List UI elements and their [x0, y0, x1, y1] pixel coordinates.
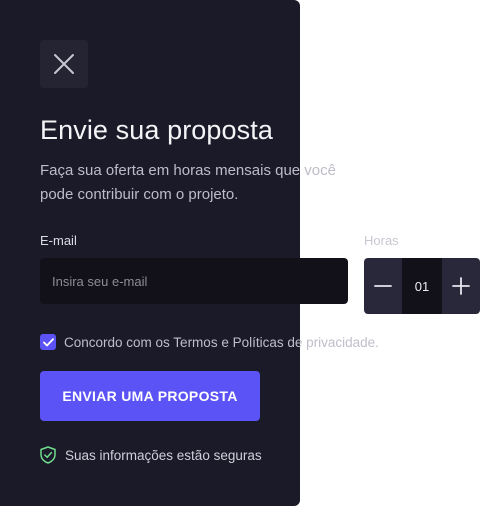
hours-label: Horas — [364, 233, 399, 248]
subtitle-line-1: Faça sua oferta em horas mensais que voc… — [40, 162, 336, 179]
terms-label: Concordo com os Termos e Políticas de pr… — [64, 334, 379, 350]
plus-icon — [452, 277, 470, 295]
submit-proposal-button[interactable]: ENVIAR UMA PROPOSTA — [40, 371, 260, 421]
hours-value[interactable]: 01 — [402, 258, 442, 314]
increment-button[interactable] — [442, 258, 480, 314]
close-button[interactable] — [40, 40, 88, 88]
proposal-modal: Envie sua proposta — [0, 0, 300, 506]
terms-agreement: Concordo com os Termos e Políticas de pr… — [40, 334, 379, 350]
decrement-button[interactable] — [364, 258, 402, 314]
check-icon — [42, 337, 54, 346]
terms-checkbox[interactable] — [40, 334, 56, 350]
email-field[interactable] — [40, 258, 348, 304]
shield-check-icon — [40, 446, 56, 464]
modal-title: Envie sua proposta — [40, 115, 273, 145]
hours-stepper: 01 — [364, 258, 480, 314]
subtitle-line-2: pode contribuir com o projeto. — [40, 186, 239, 203]
secure-note: Suas informações estão seguras — [40, 446, 262, 464]
secure-label: Suas informações estão seguras — [65, 447, 262, 463]
minus-icon — [374, 285, 392, 287]
modal-subtitle: Faça sua oferta em horas mensais que voc… — [40, 159, 360, 207]
email-label: E-mail — [40, 233, 77, 248]
close-icon — [54, 54, 74, 74]
